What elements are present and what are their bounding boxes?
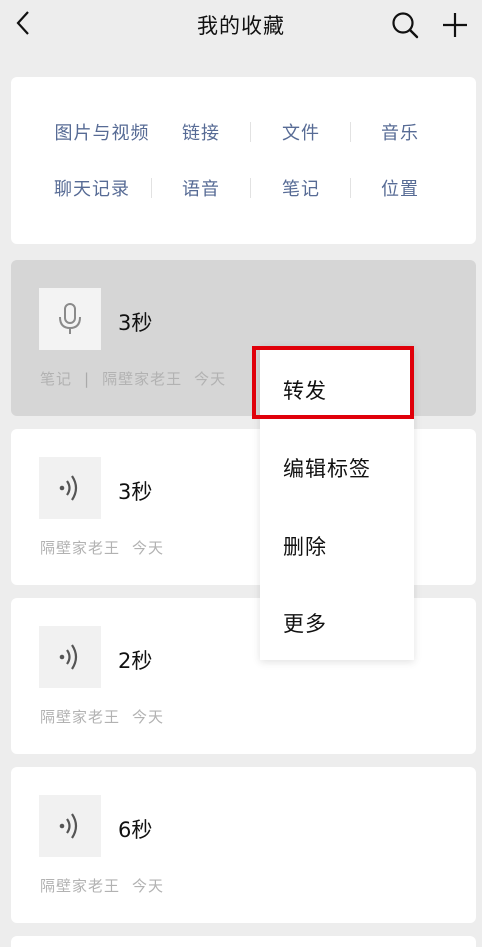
item-time: 今天 (132, 708, 165, 726)
item-tag: 笔记 (40, 370, 73, 388)
divider (350, 178, 351, 198)
nav-bar: 我的收藏 (0, 0, 482, 48)
filter-files[interactable]: 文件 (282, 119, 320, 145)
search-icon (392, 12, 419, 39)
item-time: 今天 (194, 370, 227, 388)
item-meta: 隔壁家老王 今天 (40, 706, 176, 727)
divider (250, 122, 251, 142)
voice-wave-icon (59, 475, 78, 501)
filter-music[interactable]: 音乐 (381, 119, 419, 145)
filter-notes[interactable]: 笔记 (282, 175, 320, 201)
favorite-item[interactable] (11, 936, 476, 947)
item-source: 隔壁家老王 (40, 539, 121, 557)
item-meta: 隔壁家老王 今天 (40, 537, 176, 558)
item-source: 隔壁家老王 (40, 877, 121, 895)
separator: | (84, 370, 91, 388)
highlight-box (252, 346, 414, 419)
divider (250, 178, 251, 198)
voice-wave-icon (59, 813, 78, 839)
item-time: 今天 (132, 877, 165, 895)
item-thumbnail (39, 626, 101, 688)
favorite-item[interactable]: 6秒 隔壁家老王 今天 (11, 767, 476, 923)
filter-photos-videos[interactable]: 图片与视频 (55, 119, 150, 145)
item-duration: 3秒 (118, 480, 153, 504)
filter-chat-history[interactable]: 聊天记录 (54, 175, 130, 201)
item-duration: 2秒 (118, 649, 153, 673)
filter-voice[interactable]: 语音 (182, 175, 220, 201)
menu-item-edit-tags[interactable]: 编辑标签 (283, 453, 371, 483)
item-duration: 6秒 (118, 818, 153, 842)
category-filter-panel: 图片与视频 链接 文件 音乐 聊天记录 语音 笔记 位置 (11, 77, 476, 244)
filter-links[interactable]: 链接 (182, 119, 220, 145)
item-thumbnail (39, 288, 101, 350)
item-source: 隔壁家老王 (40, 708, 121, 726)
item-time: 今天 (132, 539, 165, 557)
item-meta: 隔壁家老王 今天 (40, 875, 176, 896)
item-thumbnail (39, 457, 101, 519)
filter-location[interactable]: 位置 (381, 175, 419, 201)
add-button[interactable] (438, 8, 472, 42)
divider (151, 178, 152, 198)
plus-icon (443, 13, 467, 37)
divider (350, 122, 351, 142)
microphone-icon (59, 303, 81, 334)
voice-wave-icon (59, 644, 78, 670)
item-duration: 3秒 (118, 311, 153, 335)
menu-item-delete[interactable]: 删除 (283, 531, 327, 561)
item-thumbnail (39, 795, 101, 857)
menu-item-more[interactable]: 更多 (283, 608, 327, 638)
item-source: 隔壁家老王 (102, 370, 183, 388)
item-meta: 笔记 | 隔壁家老王 今天 (40, 368, 238, 389)
search-button[interactable] (388, 8, 422, 42)
